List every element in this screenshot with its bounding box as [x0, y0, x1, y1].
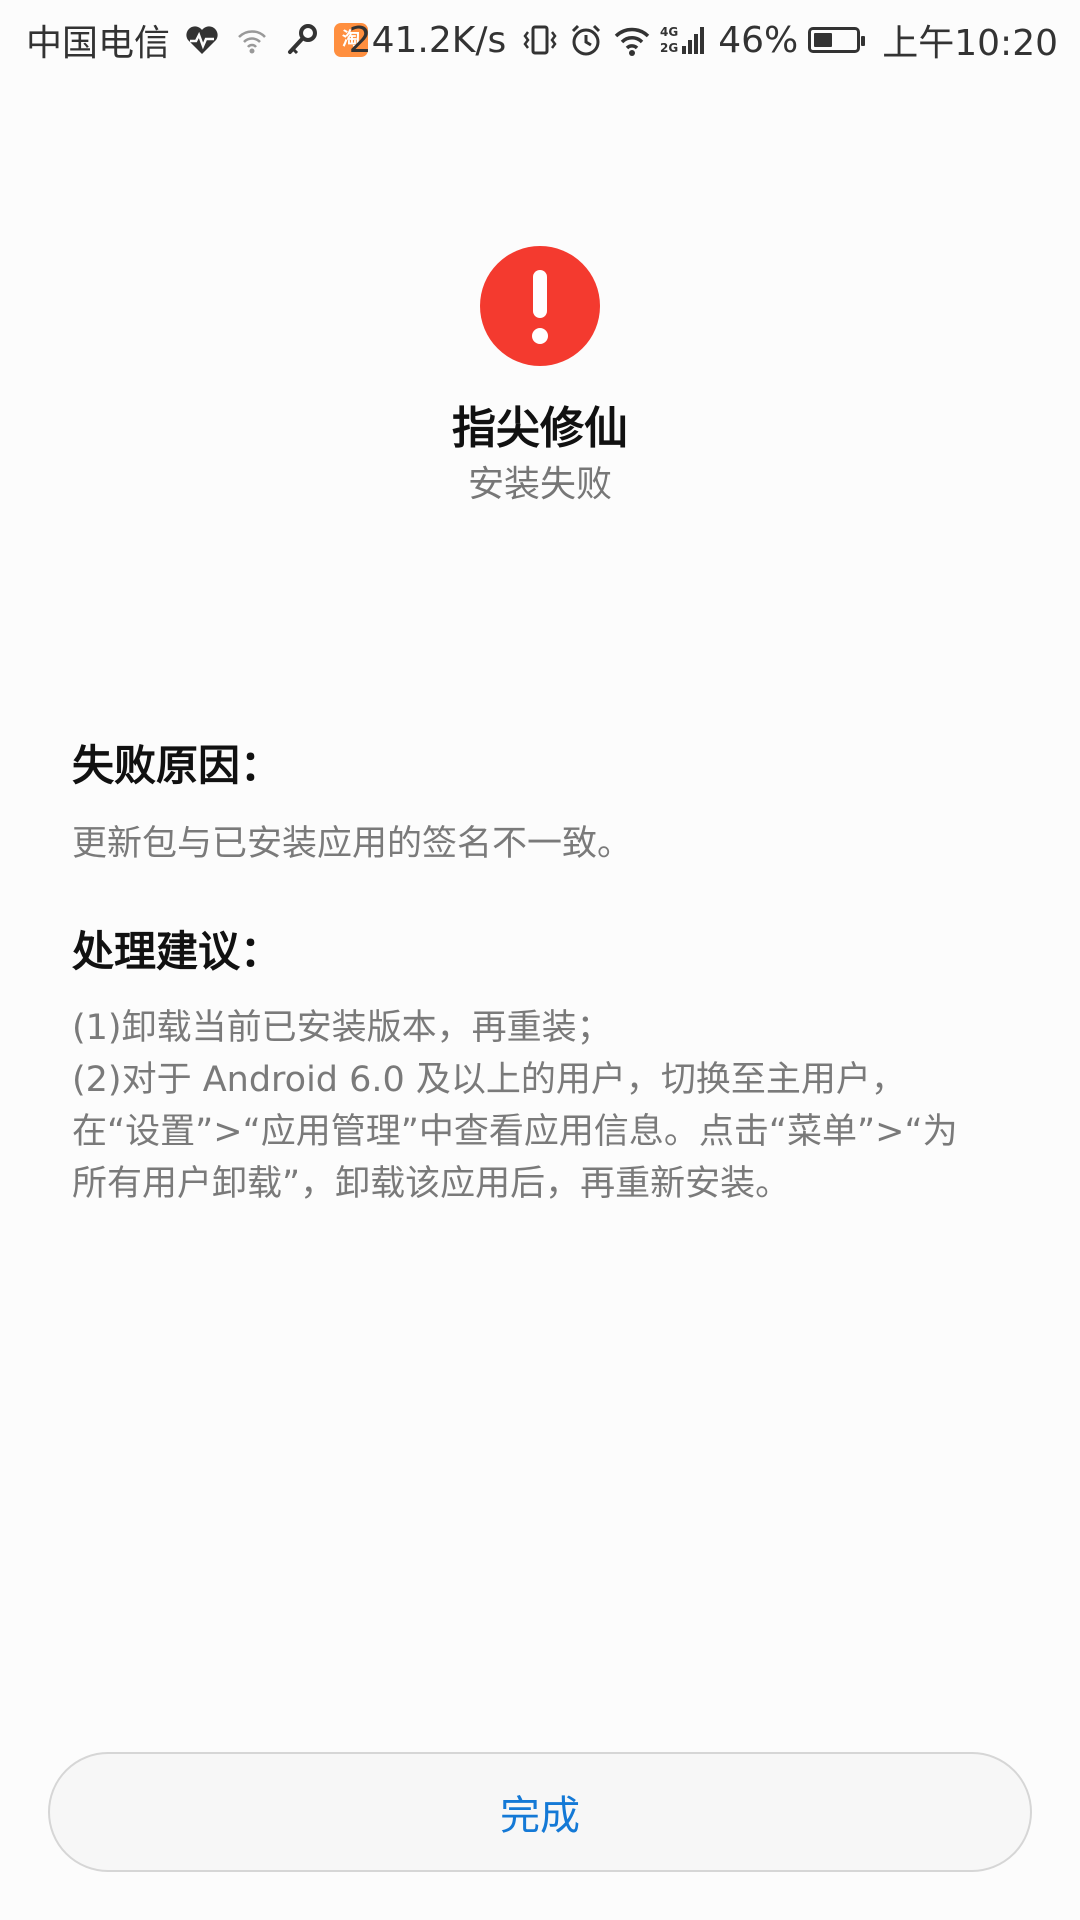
done-button-label: 完成 [500, 1793, 580, 1839]
exclamation-icon [480, 246, 600, 366]
suggestion-line: (1)卸载当前已安装版本，再重装； [72, 1008, 612, 1048]
suggestion-text: (1)卸载当前已安装版本，再重装； (2)对于 Android 6.0 及以上的… [72, 1002, 1012, 1210]
battery-icon [808, 27, 866, 53]
svg-text:4G: 4G [660, 25, 678, 39]
suggestion-line: 所有用户卸载”，卸载该应用后，再重新安装。 [72, 1164, 791, 1204]
battery-level [814, 33, 833, 47]
heart-rate-icon [184, 22, 220, 58]
done-button[interactable]: 完成 [48, 1752, 1032, 1872]
suggestion-line: (2)对于 Android 6.0 及以上的用户，切换至主用户， [72, 1060, 906, 1100]
svg-text:2G: 2G [660, 41, 678, 55]
install-status: 安装失败 [467, 464, 612, 505]
status-bar-left: 中国电信 淘 [26, 14, 369, 66]
network-speed: 241.2K/s [348, 19, 507, 61]
key-icon [284, 22, 320, 58]
battery-percent: 46% [718, 19, 799, 61]
carrier-name: 中国电信 [26, 23, 171, 64]
wifi-icon [614, 22, 650, 58]
failure-reason-text: 更新包与已安装应用的签名不一致。 [72, 824, 633, 864]
status-bar: 中国电信 淘 241.2K/s 4G 2G 46% 上午10:20 [0, 0, 1080, 75]
failure-reason-title: 失败原因： [72, 741, 283, 790]
signal-icon: 4G 2G [660, 22, 708, 58]
suggestion-line: 在“设置”>“应用管理”中查看应用信息。点击“菜单”>“为 [72, 1112, 958, 1152]
install-failed-screen: 中国电信 淘 241.2K/s 4G 2G 46% 上午10:20 指尖修仙 安… [0, 0, 1080, 1920]
app-name: 指尖修仙 [452, 403, 628, 454]
clock: 上午10:20 [882, 23, 1058, 64]
wifi-hotspot-icon [234, 22, 270, 58]
alarm-icon [568, 22, 604, 58]
vibrate-icon [522, 22, 558, 58]
status-bar-right: 241.2K/s 4G 2G 46% 上午10:20 [349, 14, 1058, 66]
suggestion-title: 处理建议： [72, 927, 283, 976]
